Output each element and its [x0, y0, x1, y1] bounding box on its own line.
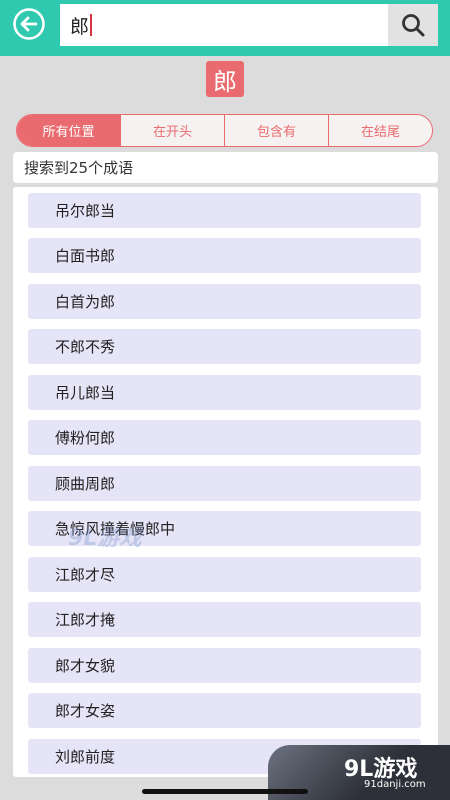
list-item[interactable]: 白面书郎 [28, 238, 421, 273]
search-input[interactable]: 郎 [60, 4, 388, 46]
tab-at-start[interactable]: 在开头 [121, 115, 225, 146]
list-item[interactable]: 吊儿郎当 [28, 375, 421, 410]
home-indicator[interactable] [142, 789, 308, 794]
result-count-suffix: 个成语 [88, 159, 134, 177]
list-item[interactable]: 顾曲周郎 [28, 466, 421, 501]
list-item[interactable]: 江郎才掩 [28, 602, 421, 637]
list-item[interactable]: 不郎不秀 [28, 329, 421, 364]
arrow-left-circle-icon [13, 8, 45, 40]
search-button[interactable] [388, 4, 438, 46]
list-item[interactable]: 江郎才尽 [28, 557, 421, 592]
results-list: 吊尔郎当 白面书郎 白首为郎 不郎不秀 吊儿郎当 傅粉何郎 顾曲周郎 急惊风撞着… [13, 187, 438, 777]
list-item[interactable]: 郎才女姿 [28, 693, 421, 728]
list-item[interactable]: 白首为郎 [28, 284, 421, 319]
search-input-value: 郎 [70, 15, 90, 38]
list-item[interactable]: 吊尔郎当 [28, 193, 421, 228]
text-caret [90, 14, 93, 36]
search-icon [402, 14, 425, 37]
watermark-logo: 9L游戏 [68, 526, 142, 551]
tab-contains[interactable]: 包含有 [225, 115, 329, 146]
result-count: 搜索到 25 个成语 [13, 152, 438, 183]
ad-url: 91danji.com [364, 779, 426, 790]
list-item[interactable]: 傅粉何郎 [28, 420, 421, 455]
position-filter-tabs: 所有位置 在开头 包含有 在结尾 [16, 114, 433, 147]
result-count-prefix: 搜索到 [24, 159, 70, 177]
tab-all-positions[interactable]: 所有位置 [17, 115, 121, 146]
character-badge: 郎 [206, 61, 244, 97]
result-count-number: 25 [69, 158, 89, 177]
back-button[interactable] [10, 8, 48, 40]
tab-at-end[interactable]: 在结尾 [329, 115, 432, 146]
list-item[interactable]: 郎才女貌 [28, 648, 421, 683]
top-bar: 郎 [0, 0, 450, 56]
